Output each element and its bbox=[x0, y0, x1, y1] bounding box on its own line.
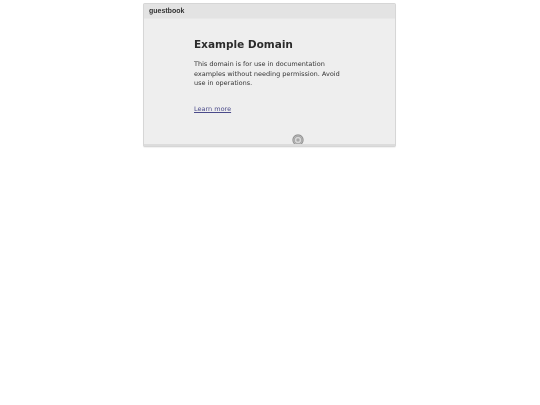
page-content: Example Domain This domain is for use in… bbox=[194, 38, 344, 115]
browser-window: guestbook Example Domain This domain is … bbox=[143, 3, 396, 147]
window-bottom-border bbox=[144, 144, 395, 146]
gear-spinner-icon bbox=[292, 131, 304, 146]
page-description: This domain is for use in documentation … bbox=[194, 60, 340, 87]
window-title: guestbook bbox=[149, 7, 185, 15]
page-title: Example Domain bbox=[194, 39, 293, 51]
learn-more-link[interactable]: Learn more bbox=[194, 105, 231, 113]
window-titlebar[interactable]: guestbook bbox=[144, 4, 395, 19]
